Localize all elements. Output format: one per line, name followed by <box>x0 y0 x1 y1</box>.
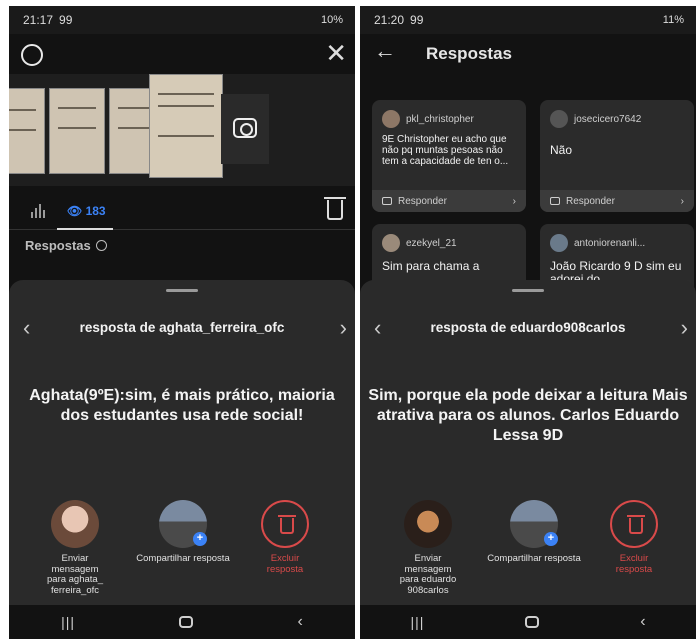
sheet-title: resposta de eduardo908carlos <box>430 320 626 335</box>
back-button[interactable]: ‹ <box>640 613 645 631</box>
settings-icon[interactable] <box>21 44 43 66</box>
trash-icon <box>627 515 645 534</box>
avatar <box>404 500 452 548</box>
send-message-button[interactable]: Enviar mensagem para aghata_ ferreira_of… <box>25 500 125 596</box>
system-navbar: ||| ‹ <box>9 605 355 639</box>
story-thumbnail-selected[interactable] <box>149 74 223 178</box>
delete-circle <box>261 500 309 548</box>
trash-icon <box>278 515 296 534</box>
send-message-button[interactable]: Enviar mensagem para eduardo 908carlos <box>378 500 478 596</box>
chevron-right-icon[interactable]: › <box>340 314 347 342</box>
chevron-right-icon: › <box>680 195 684 207</box>
sheet-handle[interactable] <box>512 289 544 292</box>
close-icon[interactable]: ✕ <box>325 38 347 68</box>
system-navbar: ||| ‹ <box>360 605 696 639</box>
avatar <box>550 234 568 252</box>
left-screen: 21:17 99 10% ✕ 👁 183 Respostas ‹ resposta… <box>9 6 355 639</box>
add-story-tile[interactable] <box>221 94 269 164</box>
card-username: josecicero7642 <box>574 113 642 125</box>
chevron-right-icon: › <box>512 195 516 207</box>
back-arrow-icon[interactable]: ← <box>374 38 396 64</box>
card-username: ezekyel_21 <box>406 237 457 249</box>
camera-icon <box>233 118 257 138</box>
camera-icon <box>550 196 560 205</box>
card-username: pkl_christopher <box>406 113 474 125</box>
status-signal: 99 <box>410 13 424 27</box>
home-button[interactable] <box>179 616 194 628</box>
status-time: 21:20 <box>374 13 405 27</box>
plus-icon: + <box>544 532 558 546</box>
section-title: Respostas <box>25 238 107 253</box>
recent-apps-button[interactable]: ||| <box>410 614 424 630</box>
delete-circle <box>610 500 658 548</box>
insights-tabbar: 👁 183 <box>9 194 355 230</box>
page-title: Respostas <box>426 44 512 63</box>
top-bar: ✕ <box>9 34 355 78</box>
share-response-label: Compartilhar resposta <box>136 553 230 564</box>
status-signal: 99 <box>59 13 73 27</box>
camera-icon <box>382 196 392 205</box>
chevron-right-icon[interactable]: › <box>681 314 688 342</box>
status-battery: 11% <box>662 14 684 26</box>
header: ← Respostas <box>360 34 696 78</box>
bar-chart-icon[interactable] <box>31 204 45 218</box>
sheet-title: resposta de aghata_ferreira_ofc <box>79 320 285 335</box>
reply-label: Responder <box>566 195 615 207</box>
delete-response-button[interactable]: Excluir resposta <box>584 500 684 575</box>
card-text: 9E Christopher eu acho que não pq muntas… <box>382 134 509 167</box>
sheet-actions: Enviar mensagem para aghata_ ferreira_of… <box>9 500 355 600</box>
send-message-label: Enviar mensagem para aghata_ ferreira_of… <box>47 553 103 596</box>
avatar <box>51 500 99 548</box>
response-sheet: ‹ resposta de aghata_ferreira_ofc › Agha… <box>9 280 355 605</box>
story-thumbnail[interactable] <box>49 88 105 174</box>
response-sheet: ‹ resposta de eduardo908carlos › Sim, po… <box>360 280 696 605</box>
share-response-label: Compartilhar resposta <box>487 553 581 564</box>
card-text: Não <box>550 143 573 157</box>
trash-icon[interactable] <box>324 197 346 220</box>
answer-text: Aghata(9ºE):sim, é mais prático, maioria… <box>29 387 335 424</box>
response-card[interactable]: josecicero7642 Não Responder › <box>540 100 694 212</box>
status-battery: 10% <box>320 14 343 26</box>
recent-apps-button[interactable]: ||| <box>61 614 75 630</box>
share-thumbnail: + <box>510 500 558 548</box>
status-time: 21:17 <box>23 13 54 27</box>
back-button[interactable]: ‹ <box>298 613 303 631</box>
views-tab[interactable]: 👁 183 <box>67 204 106 218</box>
right-screen: 21:20 99 11% ← Respostas pkl_christopher … <box>360 6 696 639</box>
sheet-actions: Enviar mensagem para eduardo 908carlos +… <box>360 500 696 600</box>
card-username: antoniorenanli... <box>574 237 646 249</box>
plus-icon: + <box>193 532 207 546</box>
status-bar: 21:20 99 11% <box>360 6 696 34</box>
response-card[interactable]: pkl_christopher 9E Christopher eu acho q… <box>372 100 526 212</box>
answer-text: Sim, porque ela pode deixar a leitura Ma… <box>368 387 688 444</box>
home-button[interactable] <box>525 616 540 628</box>
delete-response-label: Excluir resposta <box>266 553 304 575</box>
reply-button[interactable]: Responder › <box>540 190 694 212</box>
delete-response-button[interactable]: Excluir resposta <box>235 500 335 575</box>
status-bar: 21:17 99 10% <box>9 6 355 34</box>
story-gallery <box>9 74 355 186</box>
share-response-button[interactable]: + Compartilhar resposta <box>484 500 584 565</box>
share-thumbnail: + <box>159 500 207 548</box>
sheet-handle[interactable] <box>166 289 198 292</box>
section-title-text: Respostas <box>25 238 91 253</box>
tab-indicator <box>57 228 113 230</box>
sheet-nav: ‹ resposta de aghata_ferreira_ofc › <box>9 314 355 344</box>
story-thumbnail[interactable] <box>9 88 45 174</box>
sheet-nav: ‹ resposta de eduardo908carlos › <box>360 314 696 344</box>
share-response-button[interactable]: + Compartilhar resposta <box>133 500 233 565</box>
avatar <box>550 110 568 128</box>
send-message-label: Enviar mensagem para eduardo 908carlos <box>399 553 457 596</box>
views-count: 183 <box>85 204 106 218</box>
info-icon[interactable] <box>95 240 107 251</box>
reply-button[interactable]: Responder › <box>372 190 526 212</box>
delete-response-label: Excluir resposta <box>615 553 653 575</box>
avatar <box>382 110 400 128</box>
reply-label: Responder <box>398 195 447 207</box>
avatar <box>382 234 400 252</box>
